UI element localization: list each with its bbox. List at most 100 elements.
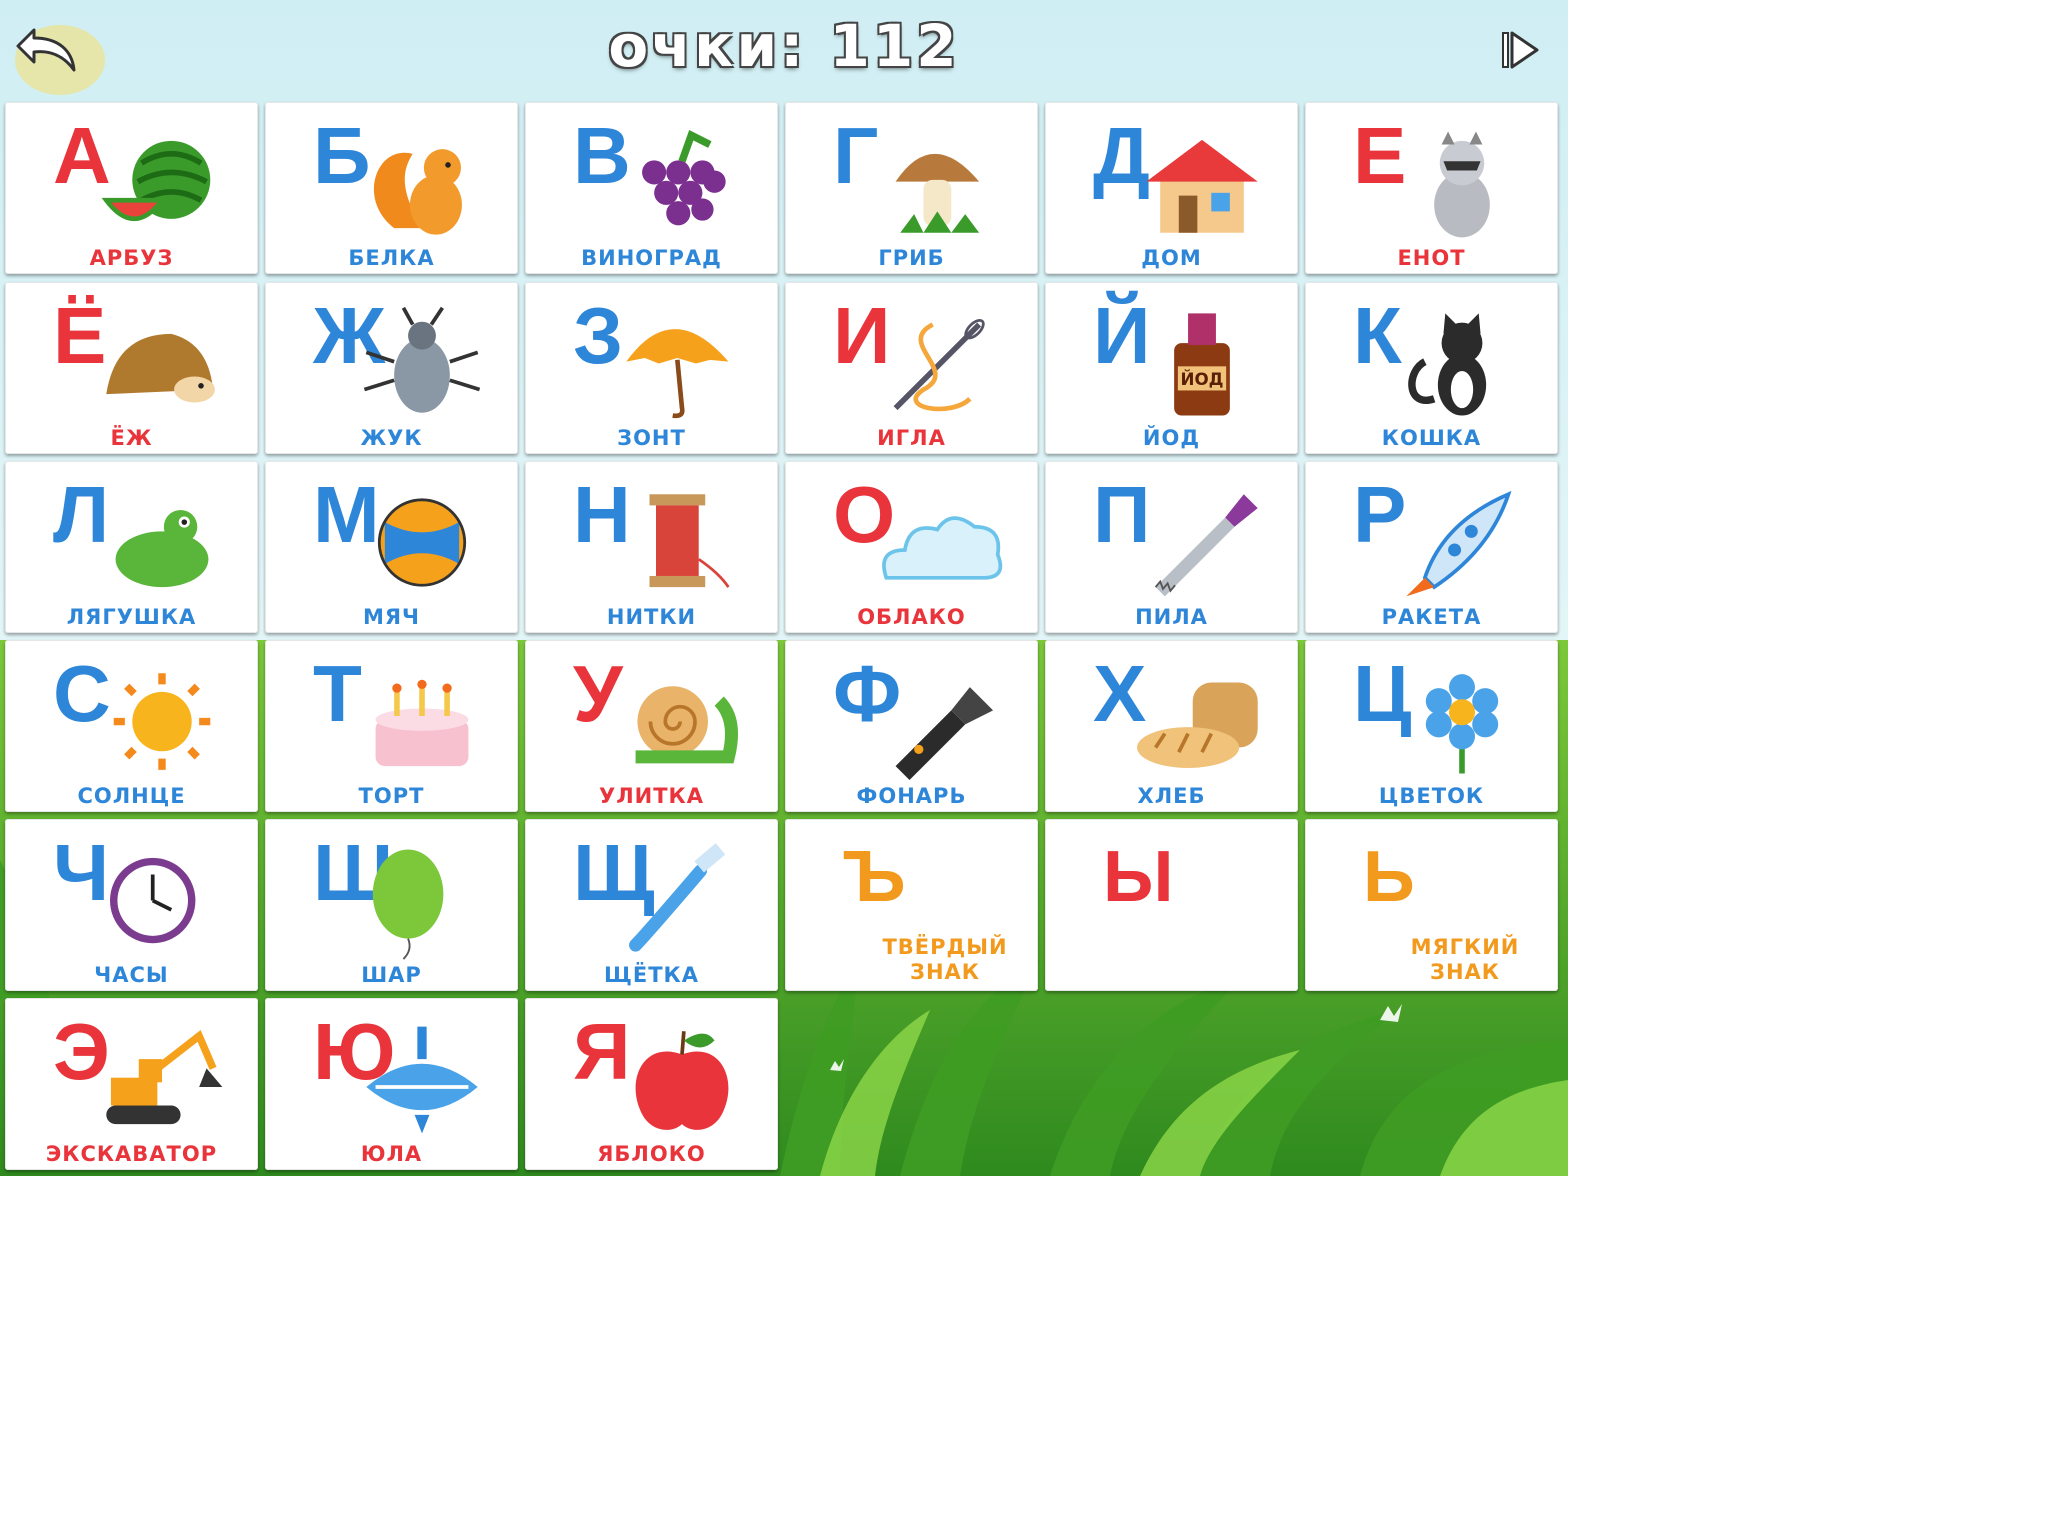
card-letter: Ы xyxy=(1103,837,1174,917)
card-letter: У xyxy=(573,649,623,738)
letter-card[interactable]: Ы xyxy=(1045,819,1298,991)
card-word: АРБУЗ xyxy=(89,246,174,270)
card-word: ХЛЕБ xyxy=(1137,784,1206,808)
score-display: очки: 112 xyxy=(0,12,1568,80)
rocket-icon xyxy=(1397,483,1527,603)
letter-card[interactable]: Ж ЖУК xyxy=(265,282,518,454)
score-value: 112 xyxy=(829,12,960,80)
cloud-icon xyxy=(877,483,1007,603)
letter-card[interactable]: Ю ЮЛА xyxy=(265,998,518,1170)
card-word: ДОМ xyxy=(1141,246,1202,270)
card-word-line: МЯГКИЙ xyxy=(1410,935,1520,959)
card-word: ТОРТ xyxy=(358,784,425,808)
letter-card[interactable]: С СОЛНЦЕ xyxy=(5,640,258,812)
letter-card[interactable]: М МЯЧ xyxy=(265,461,518,633)
card-word-line: ЗНАК xyxy=(910,960,980,984)
card-word: ЕНОТ xyxy=(1397,246,1466,270)
cake-icon xyxy=(357,662,487,782)
card-word: КОШКА xyxy=(1381,426,1482,450)
letter-card[interactable]: Я ЯБЛОКО xyxy=(525,998,778,1170)
card-word: ЖУК xyxy=(360,426,423,450)
card-word: ЛЯГУШКА xyxy=(66,605,197,629)
bread-icon xyxy=(1137,662,1267,782)
card-word: ОБЛАКО xyxy=(857,605,966,629)
card-word: ТВЁРДЫЙ ЗНАК xyxy=(855,935,1035,985)
card-word: ЯБЛОКО xyxy=(597,1142,706,1166)
letter-card[interactable]: У УЛИТКА xyxy=(525,640,778,812)
letter-card[interactable]: Ь МЯГКИЙ ЗНАК xyxy=(1305,819,1558,991)
card-word: ШАР xyxy=(361,963,422,987)
apple-icon xyxy=(617,1020,747,1140)
letter-card[interactable]: В ВИНОГРАД xyxy=(525,102,778,274)
card-word: ЁЖ xyxy=(110,426,153,450)
letter-card[interactable]: Б БЕЛКА xyxy=(265,102,518,274)
card-word: ЮЛА xyxy=(360,1142,423,1166)
spinning-top-icon xyxy=(357,1020,487,1140)
letter-card[interactable]: Ф ФОНАРЬ xyxy=(785,640,1038,812)
letter-card[interactable]: И ИГЛА xyxy=(785,282,1038,454)
next-button[interactable] xyxy=(1500,30,1540,70)
letter-card[interactable]: Ш ШАР xyxy=(265,819,518,991)
letter-card[interactable]: Р РАКЕТА xyxy=(1305,461,1558,633)
card-word: ПИЛА xyxy=(1135,605,1208,629)
card-letter: Ъ xyxy=(843,837,906,917)
card-word: МЯЧ xyxy=(362,605,421,629)
card-word: ЗОНТ xyxy=(617,426,686,450)
card-word-line: ТВЁРДЫЙ xyxy=(882,935,1008,959)
letter-card[interactable]: Й ЙОД ЙОД xyxy=(1045,282,1298,454)
card-word: НИТКИ xyxy=(606,605,697,629)
letter-card[interactable]: Ё ЁЖ xyxy=(5,282,258,454)
squirrel-icon xyxy=(357,124,487,244)
cat-icon xyxy=(1397,304,1527,424)
card-word: ЙОД xyxy=(1142,426,1201,450)
letter-card[interactable]: Х ХЛЕБ xyxy=(1045,640,1298,812)
letter-card[interactable]: Н НИТКИ xyxy=(525,461,778,633)
top-bar: очки: 112 xyxy=(0,0,1568,100)
card-word: БЕЛКА xyxy=(348,246,435,270)
card-letter: Г xyxy=(833,111,879,200)
beetle-icon xyxy=(357,304,487,424)
letter-card[interactable]: О ОБЛАКО xyxy=(785,461,1038,633)
letter-card[interactable]: Т ТОРТ xyxy=(265,640,518,812)
saw-icon xyxy=(1137,483,1267,603)
letter-card[interactable]: Г ГРИБ xyxy=(785,102,1038,274)
card-word: РАКЕТА xyxy=(1381,605,1482,629)
mushroom-icon xyxy=(877,124,1007,244)
letter-card[interactable]: П ПИЛА xyxy=(1045,461,1298,633)
letter-card[interactable]: А АРБУЗ xyxy=(5,102,258,274)
letter-card[interactable]: Щ ЩЁТКА xyxy=(525,819,778,991)
clock-icon xyxy=(97,841,227,961)
excavator-icon xyxy=(97,1020,227,1140)
card-word: ИГЛА xyxy=(877,426,946,450)
letter-card[interactable]: Ч ЧАСЫ xyxy=(5,819,258,991)
letter-card[interactable]: Ц ЦВЕТОК xyxy=(1305,640,1558,812)
card-word: СОЛНЦЕ xyxy=(77,784,186,808)
frog-icon xyxy=(97,483,227,603)
card-word: ЧАСЫ xyxy=(94,963,169,987)
sun-icon xyxy=(97,662,227,782)
card-letter: Ь xyxy=(1363,837,1415,917)
flashlight-icon xyxy=(877,662,1007,782)
snail-icon xyxy=(617,662,747,782)
card-word: ЩЁТКА xyxy=(604,963,699,987)
thread-spool-icon xyxy=(617,483,747,603)
card-word: ЦВЕТОК xyxy=(1378,784,1485,808)
letter-card[interactable]: Ъ ТВЁРДЫЙ ЗНАК xyxy=(785,819,1038,991)
card-letter: З xyxy=(573,291,624,380)
flower-icon xyxy=(1397,662,1527,782)
ball-icon xyxy=(357,483,487,603)
card-word: ФОНАРЬ xyxy=(856,784,967,808)
letter-card[interactable]: Э ЭКСКАВАТОР xyxy=(5,998,258,1170)
card-word: ГРИБ xyxy=(878,246,945,270)
umbrella-icon xyxy=(617,304,747,424)
card-word: ВИНОГРАД xyxy=(581,246,722,270)
letter-card[interactable]: Е ЕНОТ xyxy=(1305,102,1558,274)
letter-card[interactable]: К КОШКА xyxy=(1305,282,1558,454)
toothbrush-icon xyxy=(617,841,747,961)
letter-card[interactable]: З ЗОНТ xyxy=(525,282,778,454)
card-word-line: ЗНАК xyxy=(1430,960,1500,984)
letter-card[interactable]: Л ЛЯГУШКА xyxy=(5,461,258,633)
letter-card[interactable]: Д ДОМ xyxy=(1045,102,1298,274)
card-word: ЭКСКАВАТОР xyxy=(45,1142,218,1166)
iodine-bottle-icon: ЙОД xyxy=(1137,304,1267,424)
